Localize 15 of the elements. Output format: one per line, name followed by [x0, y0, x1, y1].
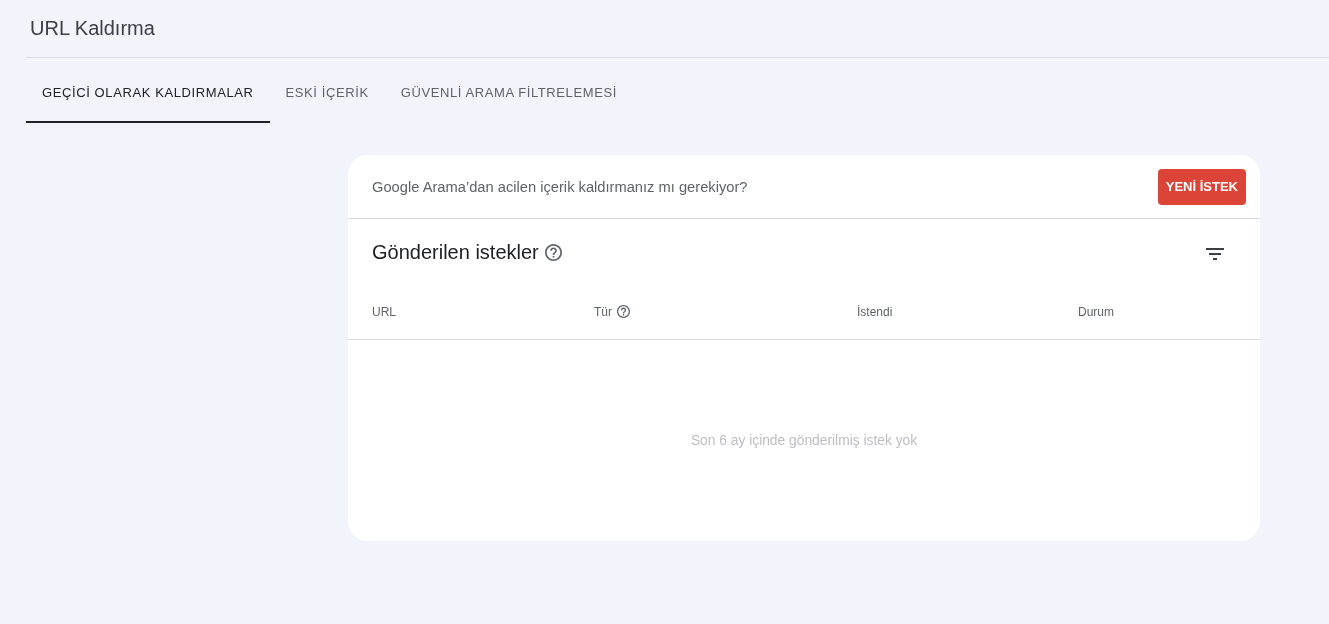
tab[interactable]: ESKİ İÇERİK: [269, 58, 385, 123]
column-header: URL: [372, 304, 396, 319]
column-header: Tür: [594, 304, 612, 319]
page-title: URL Kaldırma: [30, 17, 155, 40]
column-header: İstendi: [857, 304, 893, 319]
column-header: Durum: [1078, 304, 1114, 319]
section-title: Gönderilen istekler: [372, 241, 539, 264]
help-icon[interactable]: [544, 244, 562, 261]
new-request-button[interactable]: YENİ İSTEK: [1157, 168, 1246, 205]
empty-message: Son 6 ay içinde gönderilmiş istek yok: [690, 433, 918, 448]
tab[interactable]: GÜVENLİ ARAMA FİLTRELEMESİ: [384, 58, 633, 123]
tab[interactable]: GEÇİCİ OLARAK KALDIRMALAR: [26, 58, 270, 123]
filter-icon[interactable]: [1206, 247, 1224, 260]
help-icon[interactable]: [617, 305, 630, 318]
notice-text: Google Arama’dan acilen içerik kaldırmanız mı gerekiyor?: [372, 178, 748, 195]
